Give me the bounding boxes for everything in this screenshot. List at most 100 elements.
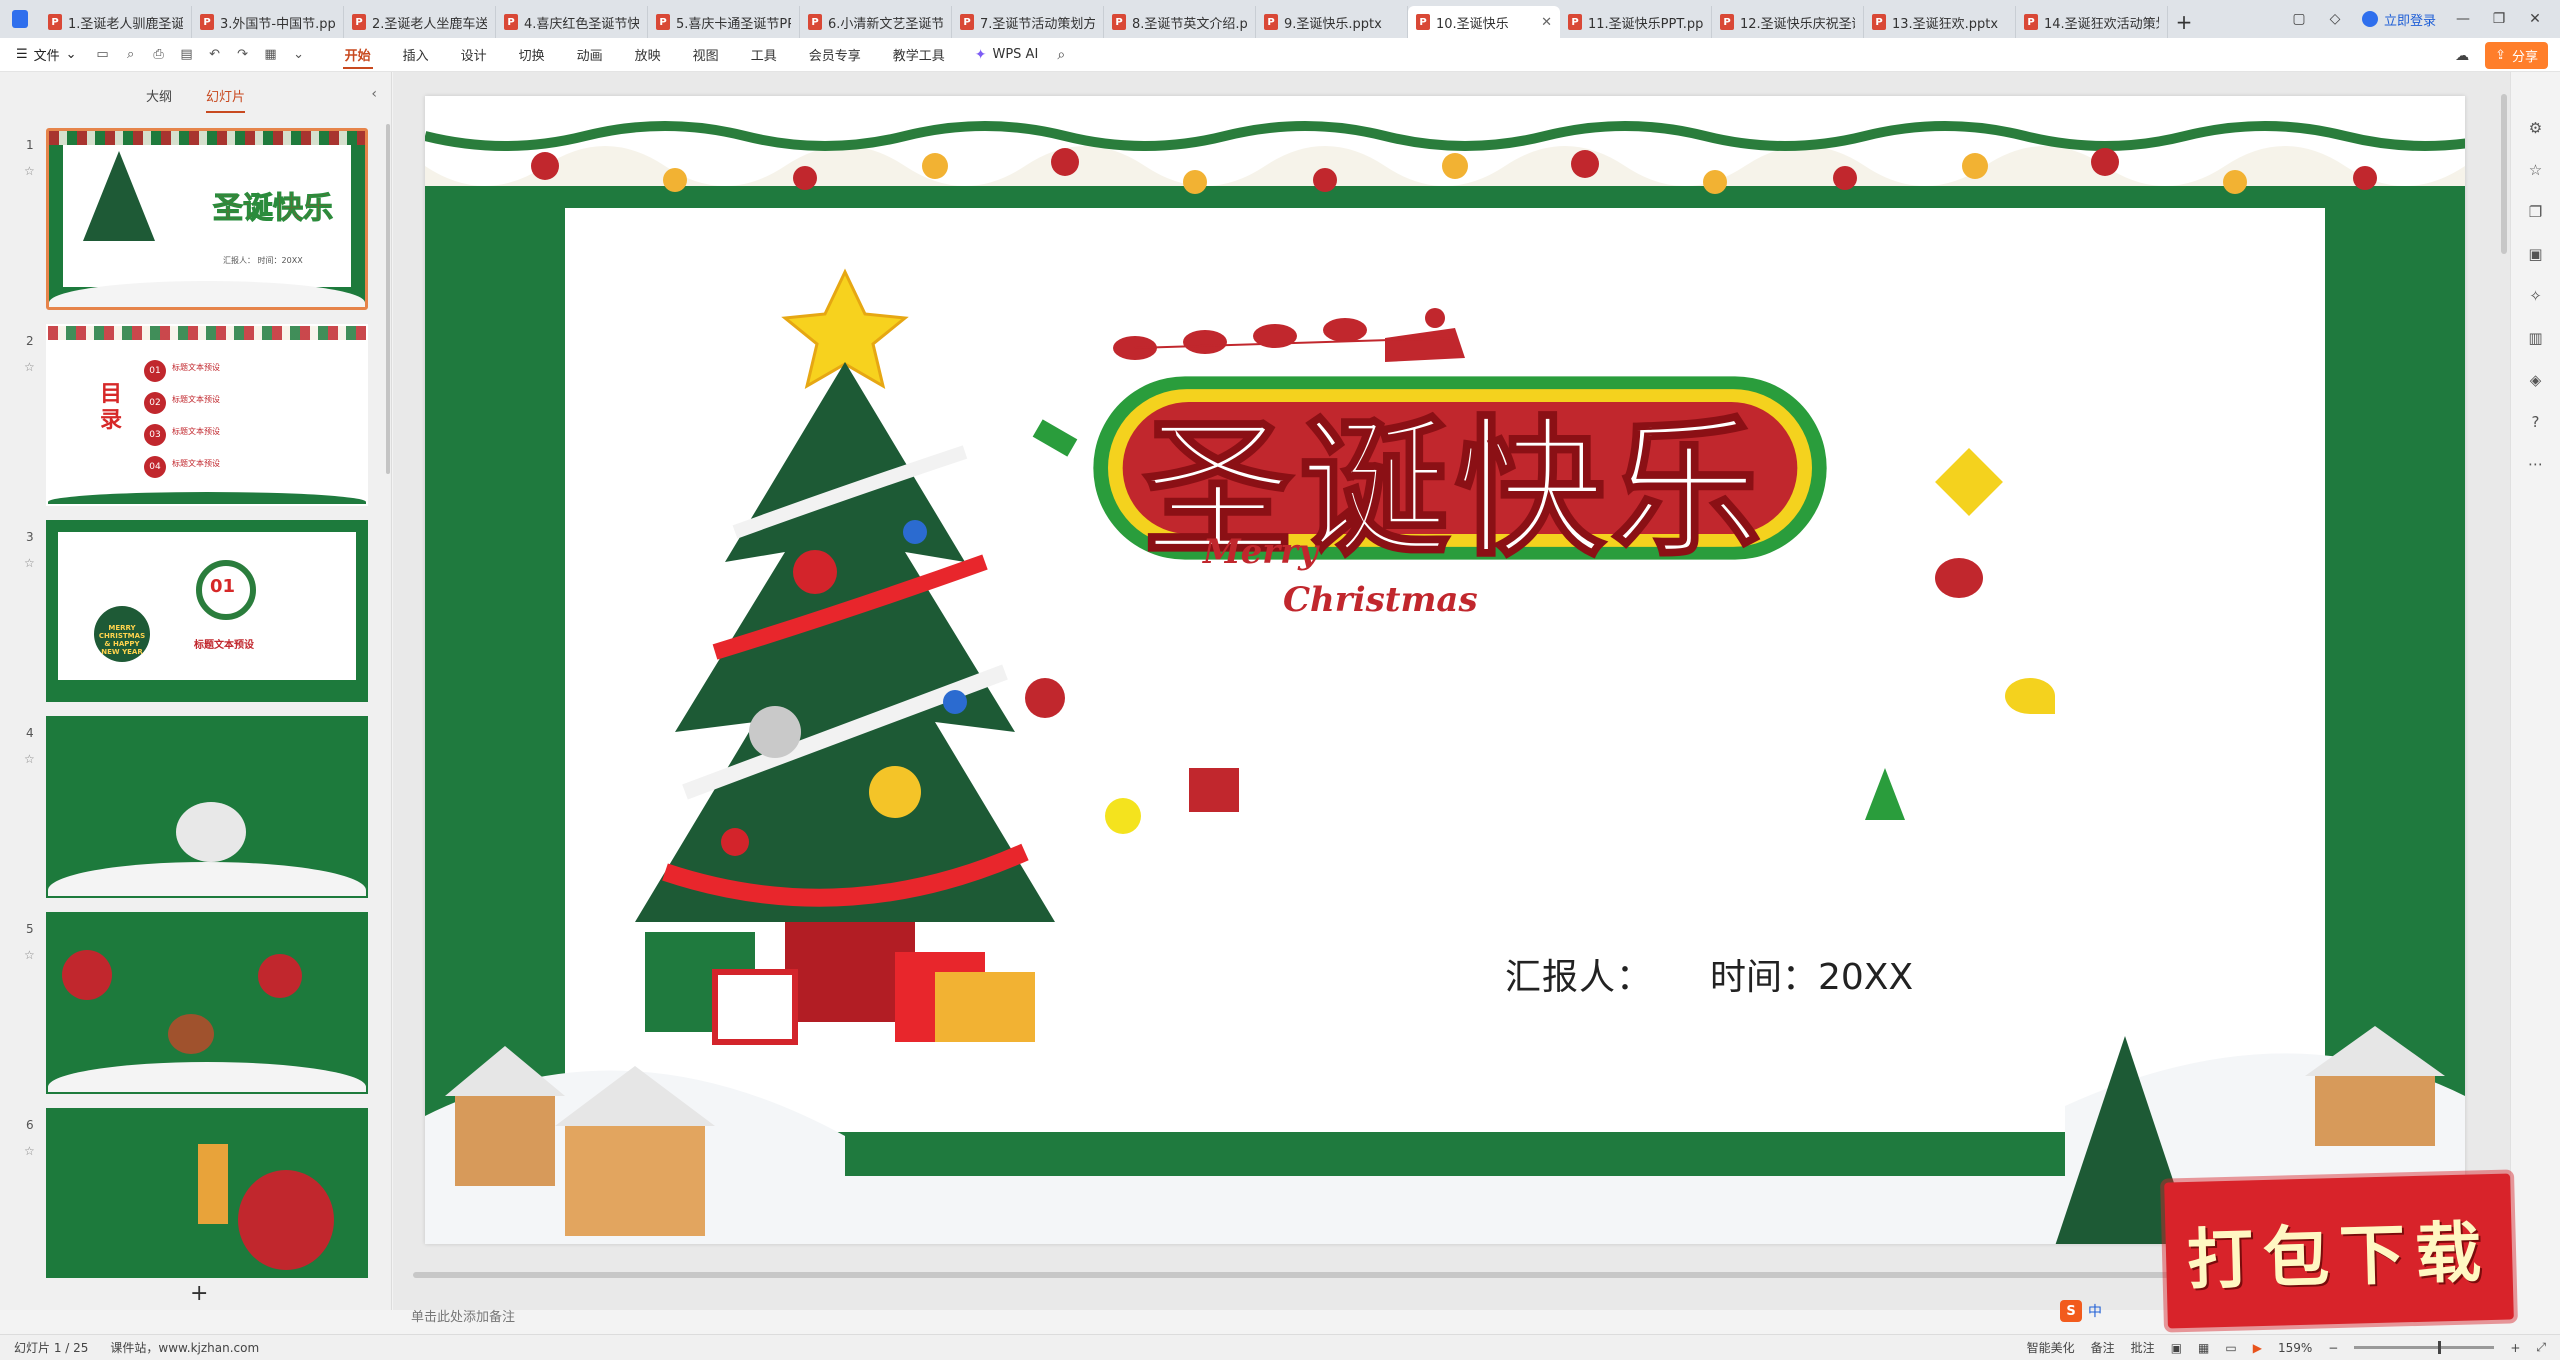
wps-ai-button[interactable]: ✦ WPS AI bbox=[961, 47, 1053, 63]
undo-icon[interactable]: ↶ bbox=[207, 47, 223, 63]
tab-label: 11.圣诞快乐PPT.pptx bbox=[1588, 16, 1703, 32]
slide-thumbnail-1[interactable]: 圣诞快乐 汇报人： 时间：20XX bbox=[46, 128, 368, 310]
add-slide-button[interactable]: + bbox=[190, 1281, 208, 1306]
current-slide[interactable]: 圣诞快乐 Merry Christmas 汇报人： 时间：20XX bbox=[425, 96, 2465, 1244]
star-icon[interactable]: ☆ bbox=[24, 948, 35, 962]
ribbon-tab[interactable]: 会员专享 bbox=[793, 38, 877, 72]
document-tab[interactable]: P 8.圣诞节英文介绍.pp bbox=[1104, 6, 1256, 38]
file-menu-button[interactable]: ☰ 文件 ⌄ bbox=[0, 45, 95, 64]
christmas-tree-icon bbox=[635, 268, 1055, 1045]
cloud-sync-icon[interactable]: ☁ bbox=[2453, 47, 2471, 65]
document-tab[interactable]: P 13.圣诞狂欢.pptx bbox=[1864, 6, 2016, 38]
slide-thumbnail-3[interactable]: MERRY CHRISTMAS & HAPPY NEW YEAR 01 标题文本… bbox=[46, 520, 368, 702]
minimize-icon[interactable]: — bbox=[2454, 10, 2472, 28]
santa-icon bbox=[258, 954, 302, 998]
tab-slides[interactable]: 幻灯片 bbox=[206, 86, 246, 113]
ribbon-tab[interactable]: 工具 bbox=[735, 38, 793, 72]
layout-icon[interactable]: ▥ bbox=[2526, 328, 2546, 348]
zoom-out-icon[interactable]: − bbox=[2328, 1341, 2338, 1355]
fit-icon[interactable]: ⤢ bbox=[2536, 1340, 2546, 1355]
sorter-view-icon[interactable]: ▦ bbox=[2198, 1341, 2209, 1355]
document-tab[interactable]: P 7.圣诞节活动策划方 bbox=[952, 6, 1104, 38]
holly-icon bbox=[1935, 558, 1983, 598]
print-icon[interactable]: ⎙ bbox=[151, 47, 167, 63]
ppt-file-icon: P bbox=[1416, 14, 1430, 30]
zoom-level[interactable]: 159% bbox=[2278, 1341, 2312, 1355]
more-chevron-icon[interactable]: ⌄ bbox=[291, 47, 307, 63]
tab-close-icon[interactable]: ✕ bbox=[1541, 15, 1552, 30]
search-icon[interactable]: ⌕ bbox=[1052, 46, 1070, 64]
document-tab[interactable]: P 3.外国节-中国节.pptx bbox=[192, 6, 344, 38]
wps-logo-icon[interactable] bbox=[0, 0, 40, 38]
document-tab[interactable]: P 1.圣诞老人驯鹿圣诞 bbox=[40, 6, 192, 38]
login-button[interactable]: 立即登录 bbox=[2361, 10, 2436, 29]
image-icon[interactable]: ▣ bbox=[2526, 244, 2546, 264]
slide-counter: 幻灯片 1 / 25 bbox=[14, 1341, 89, 1355]
layout-icon[interactable]: ▢ bbox=[2290, 10, 2308, 28]
ppt-file-icon: P bbox=[352, 14, 366, 30]
smart-beautify-button[interactable]: 智能美化 bbox=[2027, 1339, 2075, 1356]
document-tab[interactable]: P 10.圣诞快乐 ✕ bbox=[1408, 6, 1560, 38]
output-icon[interactable]: ⌕ bbox=[123, 47, 139, 63]
star-icon[interactable]: ☆ bbox=[24, 1144, 35, 1158]
ribbon-tab[interactable]: 视图 bbox=[677, 38, 735, 72]
format-painter-icon[interactable]: ▦ bbox=[263, 47, 279, 63]
zoom-slider[interactable] bbox=[2354, 1341, 2495, 1354]
vertical-scrollbar[interactable] bbox=[2498, 72, 2510, 1310]
more-icon[interactable]: ⋯ bbox=[2526, 454, 2546, 474]
ribbon-tab[interactable]: 插入 bbox=[387, 38, 445, 72]
print-preview-icon[interactable]: ▤ bbox=[179, 47, 195, 63]
document-tab[interactable]: P 12.圣诞快乐庆祝圣诞 bbox=[1712, 6, 1864, 38]
redo-icon[interactable]: ↷ bbox=[235, 47, 251, 63]
download-stamp[interactable]: 打包下载 bbox=[2164, 1173, 2514, 1329]
ime-indicator[interactable]: S 中 bbox=[2060, 1300, 2102, 1322]
toc-number: 03 bbox=[144, 424, 166, 446]
document-tab[interactable]: P 9.圣诞快乐.pptx bbox=[1256, 6, 1408, 38]
ribbon-tab[interactable]: 教学工具 bbox=[877, 38, 961, 72]
collapse-panel-icon[interactable]: ‹ bbox=[371, 86, 377, 102]
ribbon-tab[interactable]: 动画 bbox=[561, 38, 619, 72]
gift-icon bbox=[1189, 768, 1239, 812]
help-icon[interactable]: ? bbox=[2526, 412, 2546, 432]
slide-thumbnail-6[interactable] bbox=[46, 1108, 368, 1278]
comments-button[interactable]: 批注 bbox=[2131, 1339, 2155, 1356]
star-icon[interactable]: ☆ bbox=[24, 164, 35, 178]
document-tab[interactable]: P 14.圣诞狂欢活动策划 bbox=[2016, 6, 2168, 38]
ribbon-tab[interactable]: 设计 bbox=[445, 38, 503, 72]
zoom-in-icon[interactable]: + bbox=[2510, 1341, 2520, 1355]
document-tab[interactable]: P 6.小清新文艺圣诞节 bbox=[800, 6, 952, 38]
slide-thumbnail-2[interactable]: 目录 01 02 03 04 标题文本预设 标题文本预设 标题文本预设 标题文本… bbox=[46, 324, 368, 506]
notes-placeholder[interactable]: 单击此处添加备注 bbox=[411, 1306, 515, 1325]
file-menu-label: 文件 bbox=[33, 49, 60, 64]
star-icon[interactable]: ☆ bbox=[24, 752, 35, 766]
notes-button[interactable]: 备注 bbox=[2091, 1339, 2115, 1356]
document-tab[interactable]: P 4.喜庆红色圣诞节快 bbox=[496, 6, 648, 38]
star-icon[interactable]: ☆ bbox=[2526, 160, 2546, 180]
cube-icon[interactable]: ◈ bbox=[2526, 370, 2546, 390]
slide-thumbnail-4[interactable] bbox=[46, 716, 368, 898]
share-button[interactable]: ⇪ 分享 bbox=[2485, 42, 2548, 69]
document-tab[interactable]: P 5.喜庆卡通圣诞节PP bbox=[648, 6, 800, 38]
ribbon-tab[interactable]: 开始 bbox=[329, 38, 387, 72]
save-icon[interactable]: ▭ bbox=[95, 47, 111, 63]
restore-icon[interactable]: ❐ bbox=[2490, 10, 2508, 28]
star-icon[interactable]: ☆ bbox=[24, 556, 35, 570]
document-tab[interactable]: P 11.圣诞快乐PPT.pptx bbox=[1560, 6, 1712, 38]
banner-icon bbox=[198, 1144, 228, 1224]
normal-view-icon[interactable]: ▣ bbox=[2171, 1341, 2182, 1355]
slideshow-icon[interactable]: ▶ bbox=[2253, 1341, 2262, 1355]
star-icon[interactable]: ☆ bbox=[24, 360, 35, 374]
magic-icon[interactable]: ✧ bbox=[2526, 286, 2546, 306]
slide-thumbnail-5[interactable] bbox=[46, 912, 368, 1094]
cube-icon[interactable]: ◇ bbox=[2326, 10, 2344, 28]
ribbon-tab[interactable]: 切换 bbox=[503, 38, 561, 72]
settings-icon[interactable]: ⚙ bbox=[2526, 118, 2546, 138]
close-icon[interactable]: ✕ bbox=[2526, 10, 2544, 28]
new-tab-button[interactable]: + bbox=[2168, 6, 2200, 38]
ribbon-tab[interactable]: 放映 bbox=[619, 38, 677, 72]
document-tab[interactable]: P 2.圣诞老人坐鹿车送 bbox=[344, 6, 496, 38]
tab-label: 7.圣诞节活动策划方 bbox=[980, 16, 1095, 32]
reading-view-icon[interactable]: ▭ bbox=[2225, 1341, 2236, 1355]
copy-icon[interactable]: ❐ bbox=[2526, 202, 2546, 222]
tab-outline[interactable]: 大纲 bbox=[146, 86, 172, 105]
